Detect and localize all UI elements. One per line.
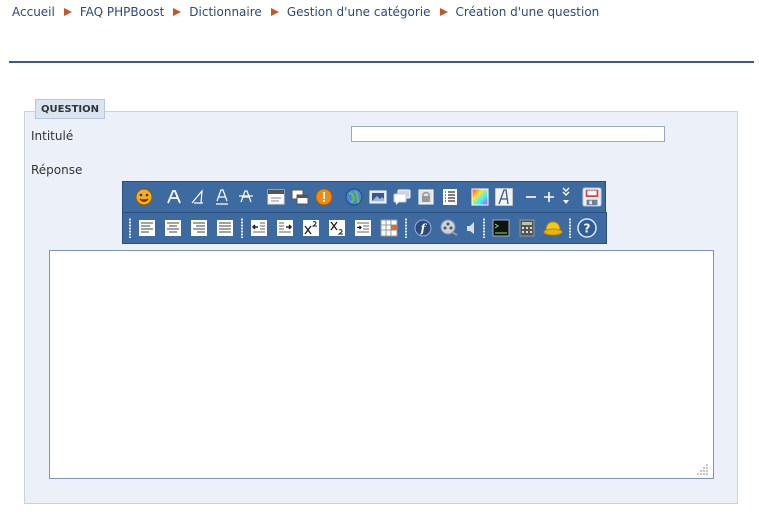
- bbcode-toolbar-bottom: f ?: [122, 212, 607, 244]
- toolbar-separator: [405, 218, 407, 238]
- anchor-icon[interactable]: [543, 218, 563, 238]
- italic-icon[interactable]: [189, 187, 207, 207]
- quote-icon[interactable]: [393, 187, 411, 207]
- breadcrumb-arrow-icon: [270, 8, 279, 16]
- fieldset-legend: QUESTION: [35, 99, 105, 119]
- help-icon[interactable]: ?: [577, 218, 597, 238]
- title-icon[interactable]: [267, 187, 285, 207]
- minus-icon[interactable]: [525, 187, 537, 207]
- breadcrumb: Accueil FAQ PHPBoost Dictionnaire Gestion d…: [12, 5, 599, 19]
- breadcrumb-home-link[interactable]: Accueil: [12, 5, 55, 19]
- align-right-icon[interactable]: [189, 218, 209, 238]
- toolbar-separator: [483, 218, 485, 238]
- strike-icon[interactable]: [237, 187, 255, 207]
- smiley-icon[interactable]: [135, 187, 153, 207]
- table-icon[interactable]: [379, 218, 399, 238]
- sound-icon[interactable]: [465, 218, 477, 238]
- subscript-icon[interactable]: [327, 218, 347, 238]
- breadcrumb-faq-link[interactable]: FAQ PHPBoost: [80, 5, 164, 19]
- url-icon[interactable]: [345, 187, 363, 207]
- answer-textarea[interactable]: [49, 250, 714, 479]
- indent-icon[interactable]: [353, 218, 373, 238]
- more-icon[interactable]: [561, 187, 571, 207]
- align-center-icon[interactable]: [163, 218, 183, 238]
- list-icon[interactable]: [441, 187, 459, 207]
- resize-grip-icon[interactable]: [697, 463, 709, 475]
- bbcode-toolbar-top: [122, 181, 606, 213]
- float-left-icon[interactable]: [249, 218, 269, 238]
- justify-icon[interactable]: [215, 218, 235, 238]
- title-input[interactable]: [351, 126, 665, 142]
- toolbar-separator: [241, 218, 243, 238]
- breadcrumb-category-link[interactable]: Gestion d'une catégorie: [287, 5, 431, 19]
- color-icon[interactable]: [471, 187, 489, 207]
- hide-icon[interactable]: [417, 187, 435, 207]
- breadcrumb-arrow-icon: [63, 8, 72, 16]
- underline-icon[interactable]: [213, 187, 231, 207]
- svg-text:?: ?: [584, 222, 591, 236]
- math-icon[interactable]: [517, 218, 537, 238]
- align-left-icon[interactable]: [137, 218, 157, 238]
- header-divider: [9, 61, 754, 63]
- breadcrumb-dictionary-link[interactable]: Dictionnaire: [189, 5, 262, 19]
- plus-icon[interactable]: [543, 187, 555, 207]
- float-right-icon[interactable]: [275, 218, 295, 238]
- toolbar-separator: [129, 218, 131, 238]
- title-label: Intitulé: [31, 129, 74, 143]
- toolbar-separator: [569, 218, 571, 238]
- movie-icon[interactable]: [439, 218, 459, 238]
- breadcrumb-arrow-icon: [173, 8, 182, 16]
- save-icon[interactable]: [582, 187, 602, 207]
- flash-icon[interactable]: f: [413, 218, 433, 238]
- bold-icon[interactable]: [165, 187, 183, 207]
- superscript-icon[interactable]: [301, 218, 321, 238]
- container-icon[interactable]: [291, 187, 309, 207]
- warning-icon[interactable]: [315, 187, 333, 207]
- breadcrumb-arrow-icon: [439, 8, 448, 16]
- font-size-icon[interactable]: [495, 187, 513, 207]
- image-icon[interactable]: [369, 187, 387, 207]
- code-icon[interactable]: [491, 218, 511, 238]
- breadcrumb-current-page[interactable]: Création d'une question: [456, 5, 600, 19]
- answer-label: Réponse: [31, 163, 83, 177]
